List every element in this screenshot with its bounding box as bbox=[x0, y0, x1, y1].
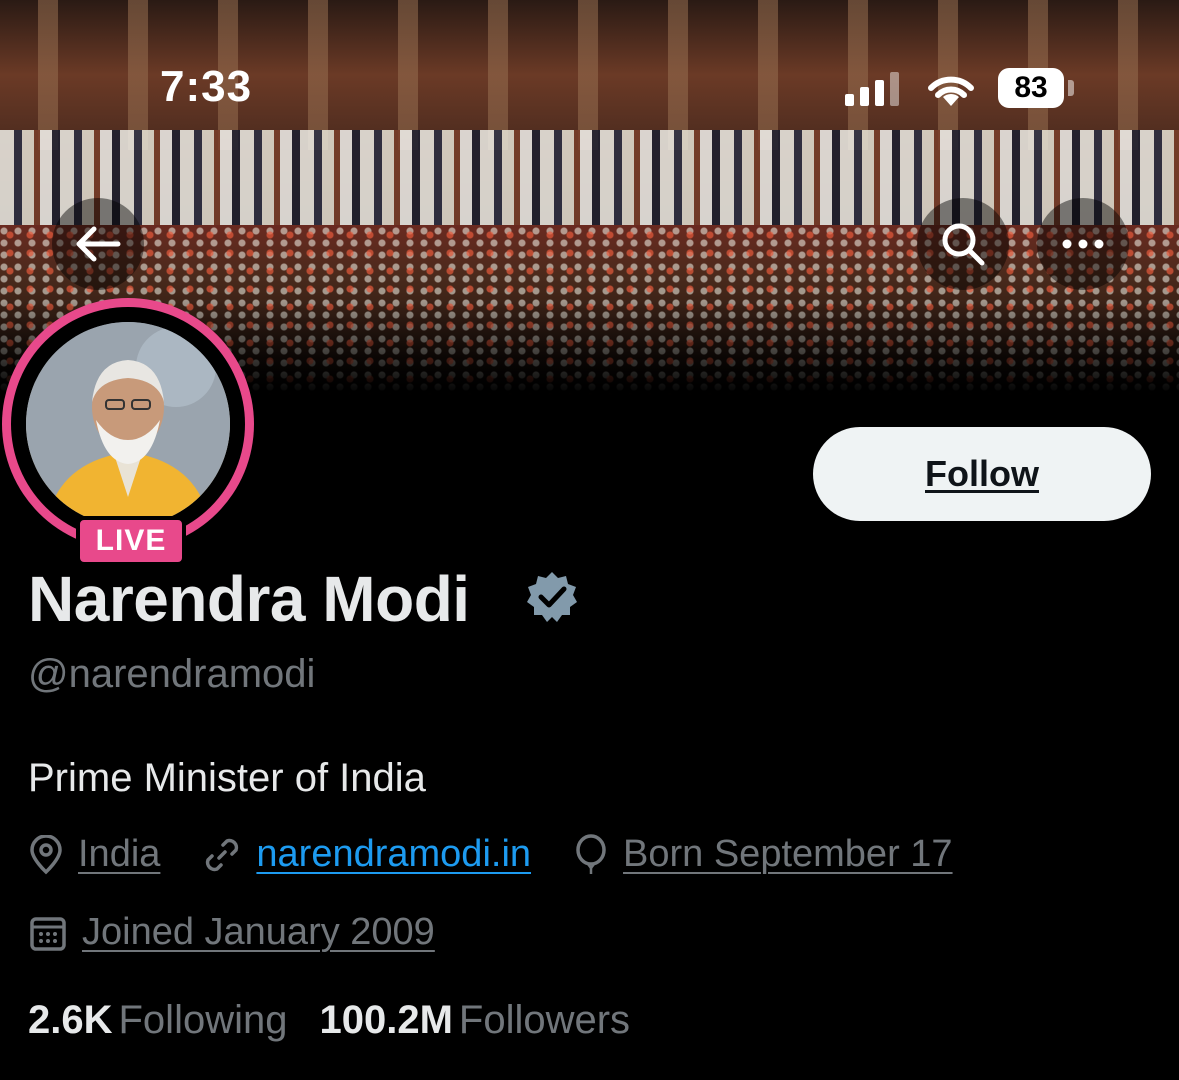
balloon-icon bbox=[576, 833, 606, 874]
birthday-item[interactable]: Born September 17 bbox=[573, 833, 953, 876]
search-icon bbox=[942, 223, 985, 266]
live-badge[interactable]: LIVE bbox=[76, 516, 186, 566]
location-text[interactable]: India bbox=[78, 833, 160, 876]
banner-crowd bbox=[0, 130, 1179, 225]
birthday-text[interactable]: Born September 17 bbox=[623, 833, 953, 876]
display-name: Narendra Modi bbox=[28, 563, 470, 635]
following-stat[interactable]: 2.6K Following bbox=[28, 998, 287, 1043]
more-button[interactable] bbox=[1037, 198, 1129, 290]
bio: Prime Minister of India bbox=[28, 756, 426, 800]
cellular-signal-icon bbox=[845, 72, 899, 106]
followers-label: Followers bbox=[458, 998, 631, 1042]
following-label: Following bbox=[118, 998, 288, 1042]
battery-indicator: 83 bbox=[998, 68, 1064, 108]
location-item[interactable]: India bbox=[28, 833, 160, 876]
joined-item[interactable]: Joined January 2009 bbox=[28, 911, 435, 954]
calendar-icon bbox=[30, 916, 66, 951]
joined-text[interactable]: Joined January 2009 bbox=[82, 911, 435, 954]
profile-meta-row: India narendramodi.in Born September 17 bbox=[28, 833, 995, 876]
website-link[interactable]: narendramodi.in bbox=[256, 833, 531, 876]
wifi-icon bbox=[928, 76, 974, 106]
location-pin-icon bbox=[30, 834, 62, 874]
follow-stats: 2.6K Following 100.2M Followers bbox=[28, 998, 662, 1043]
status-time: 7:33 bbox=[160, 62, 253, 111]
profile-meta-row-2: Joined January 2009 bbox=[28, 911, 477, 954]
battery-nub bbox=[1068, 80, 1074, 96]
arrow-left-icon bbox=[76, 226, 121, 262]
user-handle: @narendramodi bbox=[28, 652, 316, 696]
avatar[interactable] bbox=[2, 298, 254, 550]
avatar-photo bbox=[26, 322, 230, 526]
followers-count: 100.2M bbox=[319, 998, 453, 1042]
more-horizontal-icon bbox=[1062, 239, 1104, 249]
verified-badge-icon[interactable] bbox=[525, 570, 579, 624]
search-button[interactable] bbox=[917, 198, 1009, 290]
follow-button[interactable]: Follow bbox=[813, 427, 1151, 521]
back-button[interactable] bbox=[52, 198, 144, 290]
followers-stat[interactable]: 100.2M Followers bbox=[319, 998, 630, 1043]
avatar-portrait bbox=[26, 322, 230, 526]
website-item[interactable]: narendramodi.in bbox=[202, 833, 531, 876]
following-count: 2.6K bbox=[28, 998, 113, 1042]
link-icon bbox=[206, 838, 239, 871]
